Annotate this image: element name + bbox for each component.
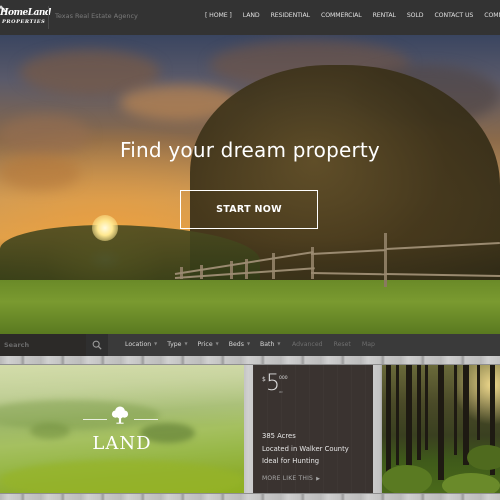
- listing-card: $ 5 000 ac 385 Acres Located in Walker C…: [253, 365, 373, 493]
- land-category-card[interactable]: LAND: [0, 365, 244, 493]
- forest-photo-card[interactable]: [382, 365, 500, 493]
- search-bar: Location▼ Type▼ Price▼ Beds▼ Bath▼ Advan…: [0, 334, 500, 356]
- nav-sold[interactable]: SOLD: [407, 12, 424, 19]
- more-like-this-link[interactable]: MORE LIKE THIS ▶: [262, 475, 320, 482]
- caret-down-icon: ▼: [215, 341, 219, 346]
- search-icon: [92, 340, 102, 350]
- divider-line: [83, 419, 107, 420]
- main-nav: [ HOME ] LAND RESIDENTIAL COMMERCIAL REN…: [205, 12, 500, 19]
- filter-group: Location ▼ Type ▼ Price ▼ Beds ▼ Bath ▼: [125, 341, 290, 348]
- filter-label: Bath: [260, 341, 275, 348]
- detail-location: Located in Walker County: [262, 444, 349, 453]
- search-button[interactable]: [86, 334, 108, 356]
- nav-residential[interactable]: RESIDENTIAL: [271, 12, 311, 19]
- caret-down-icon: ▼: [277, 341, 281, 346]
- cloud: [20, 50, 160, 95]
- filter-price[interactable]: Price ▼: [198, 341, 219, 348]
- logo-name: HomeLand: [0, 8, 51, 18]
- price-thousands: 000: [279, 376, 288, 381]
- caret-right-icon: ▶: [316, 476, 321, 482]
- nav-commercial[interactable]: COMMERCIAL: [321, 12, 362, 19]
- reset-link[interactable]: Reset: [334, 341, 351, 348]
- header-divider: [48, 6, 49, 29]
- logo[interactable]: HomeLand PROPERTIES: [0, 5, 51, 29]
- detail-acres: 385 Acres: [262, 432, 296, 440]
- advanced-link[interactable]: Advanced: [292, 341, 323, 348]
- nav-community[interactable]: COMMUNITY: [484, 12, 500, 19]
- filter-label: Location: [125, 341, 152, 348]
- nav-land[interactable]: LAND: [243, 12, 260, 19]
- page: HomeLand PROPERTIES Texas Real Estate Ag…: [0, 0, 500, 500]
- listing-details: 385 Acres Located in Walker County Ideal…: [262, 430, 349, 468]
- hero-banner: Find your dream property START NOW: [0, 35, 500, 334]
- meadow: [0, 280, 500, 334]
- search-links: Advanced Reset Map: [292, 341, 386, 348]
- price-amount: 5: [266, 371, 280, 396]
- filter-location[interactable]: Location ▼: [125, 341, 157, 348]
- nav-rental[interactable]: RENTAL: [373, 12, 396, 19]
- nav-home[interactable]: [ HOME ]: [205, 12, 232, 19]
- nav-contact-us[interactable]: CONTACT US: [434, 12, 473, 19]
- more-label: MORE LIKE THIS: [262, 475, 314, 482]
- start-now-button[interactable]: START NOW: [180, 190, 318, 229]
- sun: [92, 215, 118, 241]
- filter-beds[interactable]: Beds ▼: [229, 341, 250, 348]
- filter-label: Beds: [228, 341, 244, 348]
- search-input[interactable]: [0, 334, 86, 356]
- tree-icon: [111, 406, 129, 424]
- site-header: HomeLand PROPERTIES Texas Real Estate Ag…: [0, 0, 500, 35]
- divider-line: [134, 419, 158, 420]
- filter-type[interactable]: Type ▼: [167, 341, 187, 348]
- land-title: LAND: [92, 433, 152, 454]
- filter-label: Type: [167, 341, 182, 348]
- tagline: Texas Real Estate Agency: [55, 12, 138, 20]
- map-link[interactable]: Map: [362, 341, 375, 348]
- logo-subtitle: PROPERTIES: [2, 19, 46, 25]
- price-unit: ac: [279, 390, 284, 394]
- caret-down-icon: ▼: [184, 341, 188, 346]
- hero-title: Find your dream property: [120, 138, 380, 162]
- filter-bath[interactable]: Bath ▼: [260, 341, 280, 348]
- filter-label: Price: [197, 341, 213, 348]
- caret-down-icon: ▼: [154, 341, 158, 346]
- caret-down-icon: ▼: [246, 341, 251, 346]
- detail-use: Ideal for Hunting: [262, 457, 320, 466]
